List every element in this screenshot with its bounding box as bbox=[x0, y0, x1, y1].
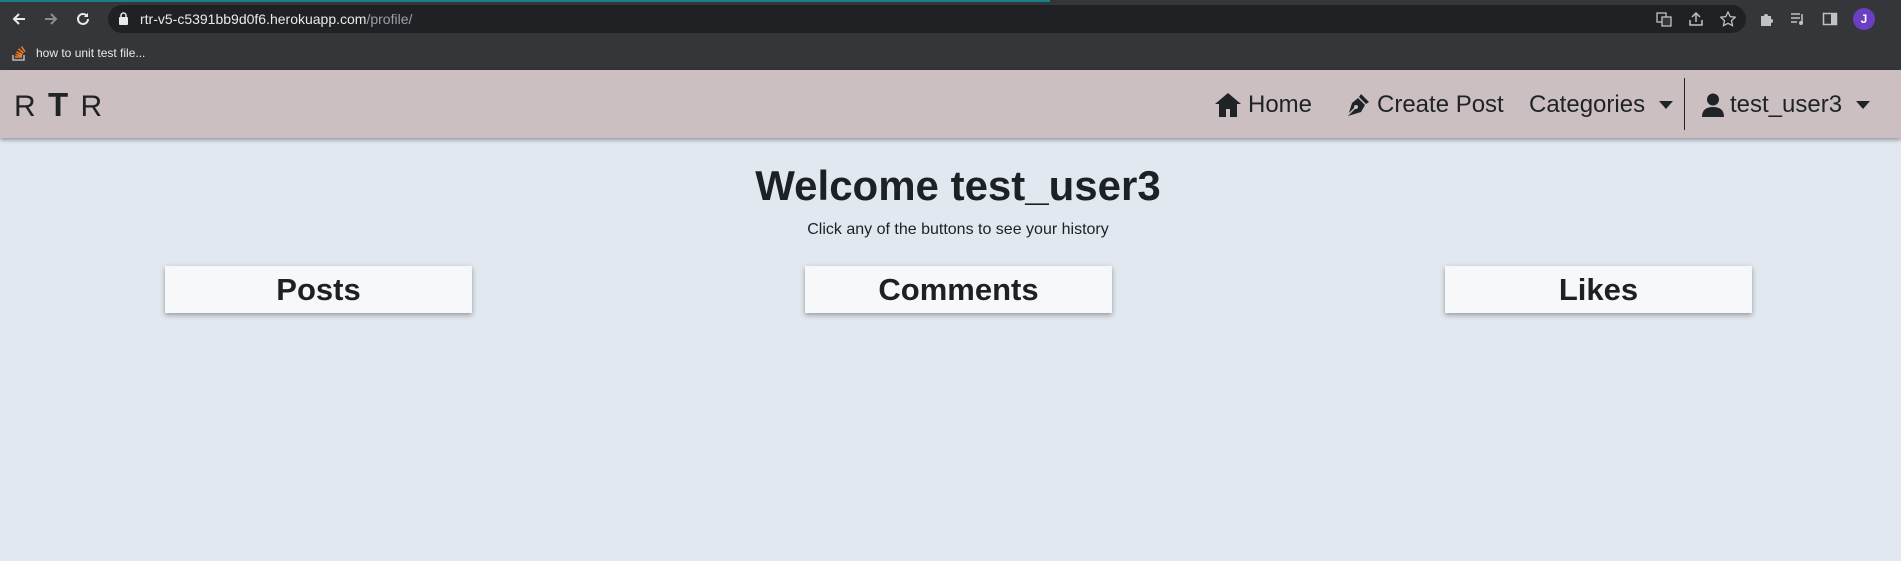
url-text: rtr-v5-c5391bb9d0f6.herokuapp.com/profil… bbox=[140, 11, 412, 27]
lock-icon bbox=[118, 12, 129, 30]
browser-toolbar: rtr-v5-c5391bb9d0f6.herokuapp.com/profil… bbox=[0, 0, 1901, 37]
reload-icon[interactable] bbox=[72, 8, 94, 30]
url-host: rtr-v5-c5391bb9d0f6.herokuapp.com bbox=[140, 11, 367, 27]
back-icon[interactable] bbox=[8, 8, 30, 30]
extensions-icon[interactable] bbox=[1756, 9, 1776, 29]
home-icon bbox=[1215, 93, 1241, 117]
bookmark-star-icon[interactable] bbox=[1718, 9, 1738, 29]
nav-categories-dropdown[interactable]: Categories bbox=[1529, 90, 1674, 120]
translate-icon[interactable] bbox=[1654, 9, 1674, 29]
user-icon bbox=[1702, 93, 1724, 117]
brand-letter-bold: T bbox=[48, 86, 71, 123]
nav-home-label: Home bbox=[1248, 91, 1313, 118]
bookmarks-bar: how to unit test file... bbox=[0, 37, 1901, 71]
media-control-icon[interactable] bbox=[1788, 9, 1808, 29]
bookmark-item[interactable]: how to unit test file... bbox=[12, 43, 145, 63]
nav-user-label: test_user3 bbox=[1730, 91, 1843, 118]
bookmark-label: how to unit test file... bbox=[36, 46, 146, 60]
brand-letter: R bbox=[14, 90, 38, 123]
likes-history-button[interactable]: Likes bbox=[1445, 266, 1752, 313]
caret-down-icon bbox=[1856, 101, 1871, 109]
page-subtitle: Click any of the buttons to see your his… bbox=[807, 221, 1109, 238]
nav-home[interactable]: Home bbox=[1214, 90, 1312, 120]
url-path: /profile/ bbox=[366, 11, 413, 27]
pen-nib-icon bbox=[1347, 94, 1369, 116]
page-title: Welcome test_user3 bbox=[755, 162, 1161, 209]
site-navbar: R T R Home Create Post Categories test_u… bbox=[0, 70, 1901, 138]
nav-create-post[interactable]: Create Post bbox=[1345, 90, 1504, 120]
nav-create-post-label: Create Post bbox=[1377, 91, 1504, 118]
nav-user-dropdown[interactable]: test_user3 bbox=[1702, 90, 1871, 120]
side-panel-icon[interactable] bbox=[1820, 9, 1840, 29]
brand-letter: R bbox=[80, 90, 105, 123]
nav-categories-label: Categories bbox=[1529, 91, 1646, 118]
share-icon[interactable] bbox=[1686, 9, 1706, 29]
stackoverflow-icon bbox=[12, 45, 26, 61]
profile-avatar[interactable]: J bbox=[1853, 8, 1875, 30]
address-bar[interactable]: rtr-v5-c5391bb9d0f6.herokuapp.com/profil… bbox=[108, 5, 1746, 33]
forward-icon[interactable] bbox=[40, 8, 62, 30]
posts-history-button[interactable]: Posts bbox=[165, 266, 472, 313]
caret-down-icon bbox=[1659, 101, 1674, 109]
brand-logo[interactable]: R T R bbox=[14, 86, 104, 124]
active-tab-accent bbox=[0, 0, 1050, 2]
comments-history-button[interactable]: Comments bbox=[805, 266, 1112, 313]
nav-divider bbox=[1684, 78, 1685, 130]
